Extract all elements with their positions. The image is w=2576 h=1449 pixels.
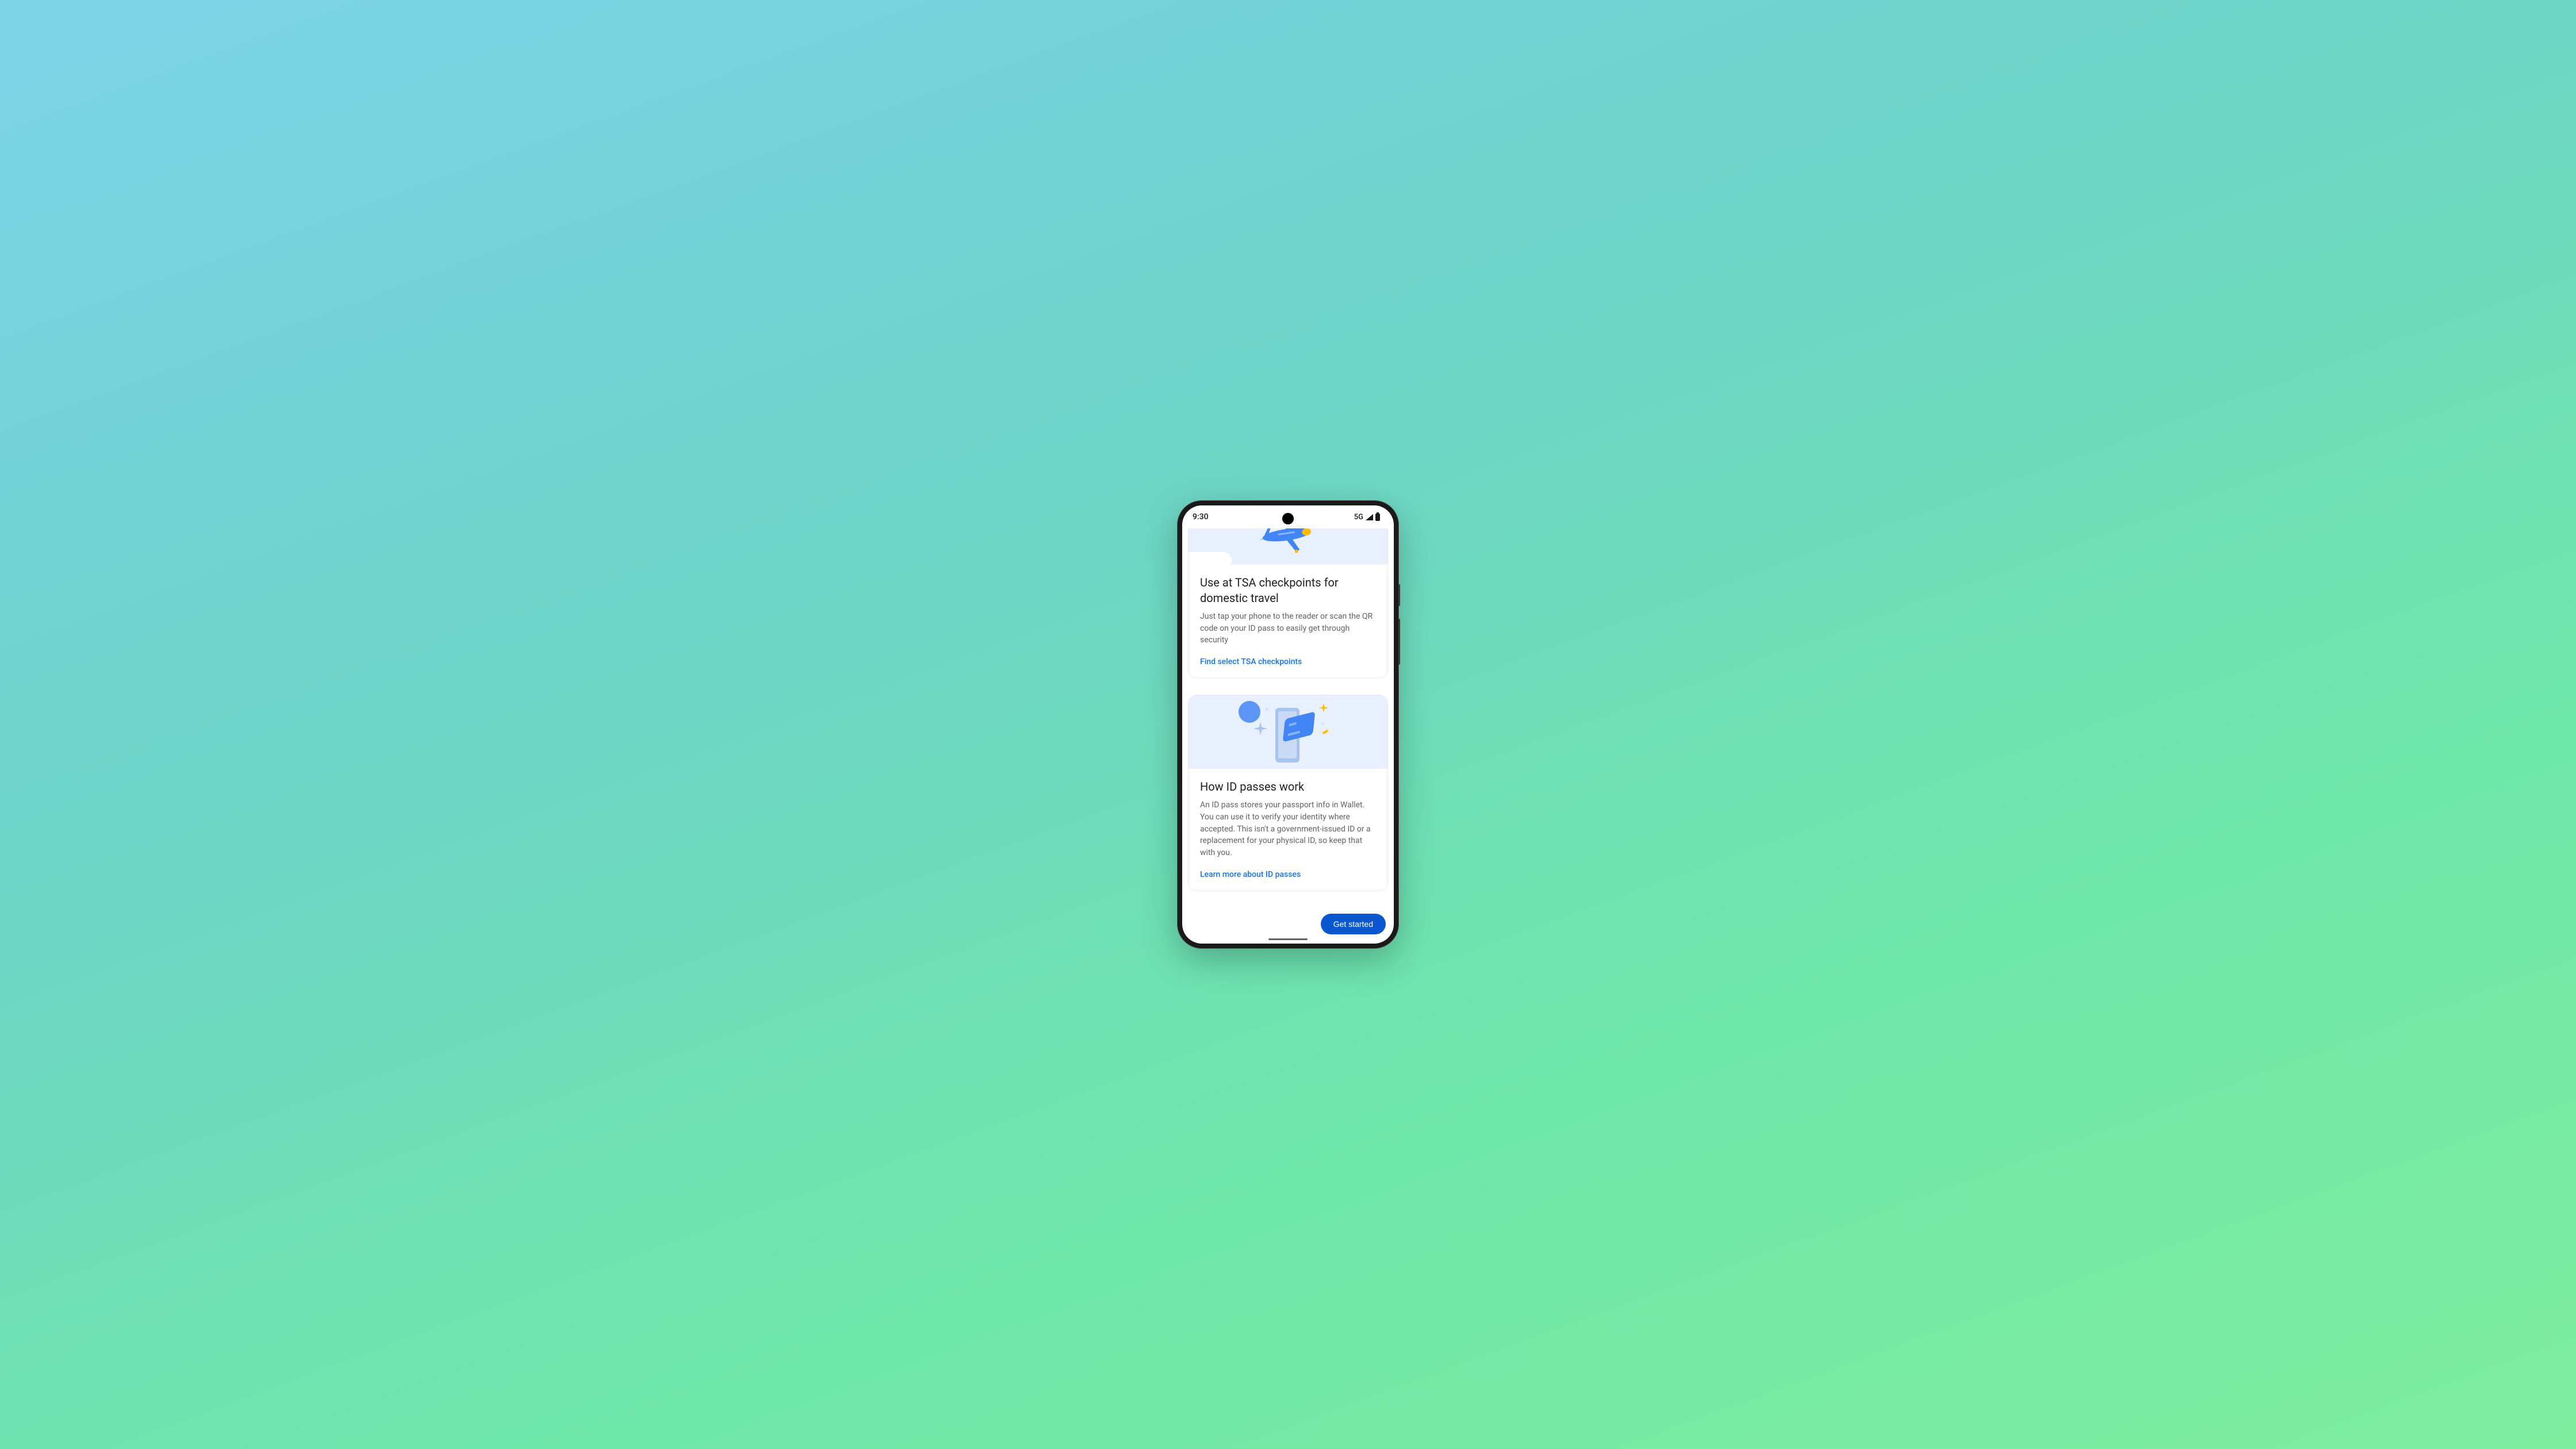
id-pass-illustration <box>1189 695 1387 769</box>
status-bar-right: 5G <box>1354 513 1380 522</box>
info-card-tsa: Use at TSA checkpoints for domestic trav… <box>1188 528 1388 678</box>
card-title: How ID passes work <box>1200 779 1376 795</box>
sparkle-icon <box>1252 720 1268 737</box>
status-bar: 9:30 5G <box>1182 505 1394 528</box>
power-button <box>1398 584 1400 606</box>
info-card-how-it-works: How ID passes work An ID pass stores you… <box>1188 695 1388 891</box>
phone-device-frame: 9:30 5G <box>1178 501 1398 948</box>
volume-button <box>1398 619 1400 665</box>
find-checkpoints-link[interactable]: Find select TSA checkpoints <box>1200 657 1302 666</box>
status-bar-time: 9:30 <box>1193 512 1209 522</box>
airplane-icon <box>1241 528 1327 565</box>
motion-line <box>1322 730 1329 734</box>
dot-decoration <box>1321 722 1324 725</box>
scrollable-content[interactable]: Use at TSA checkpoints for domestic trav… <box>1182 528 1394 910</box>
airplane-illustration <box>1189 528 1387 565</box>
network-label: 5G <box>1354 513 1363 522</box>
phone-screen: 9:30 5G <box>1182 505 1394 944</box>
cellular-signal-icon <box>1366 514 1373 520</box>
camera-punch-hole <box>1282 513 1294 524</box>
learn-more-link[interactable]: Learn more about ID passes <box>1200 870 1301 879</box>
card-description: Just tap your phone to the reader or sca… <box>1200 611 1376 646</box>
get-started-button[interactable]: Get started <box>1321 914 1386 934</box>
tap-gesture-indicator <box>1239 701 1260 723</box>
battery-icon <box>1375 513 1380 521</box>
sparkle-icon <box>1318 702 1329 714</box>
dot-decoration <box>1265 708 1268 711</box>
navigation-handle[interactable] <box>1268 938 1308 940</box>
card-description: An ID pass stores your passport info in … <box>1200 799 1376 859</box>
card-title: Use at TSA checkpoints for domestic trav… <box>1200 575 1376 606</box>
cloud-icon <box>1189 552 1232 565</box>
